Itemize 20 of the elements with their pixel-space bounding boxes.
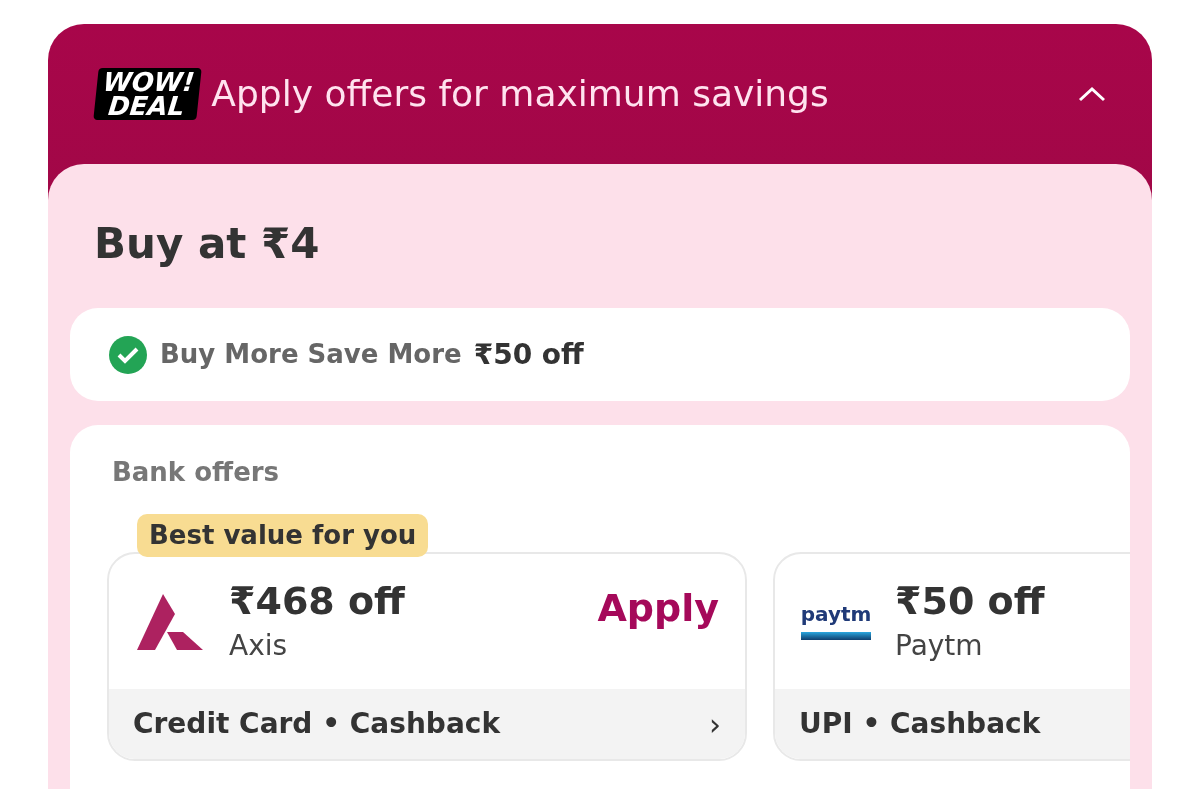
offer-type: UPI • Cashback bbox=[799, 706, 1041, 742]
offer-value: ₹50 off bbox=[473, 336, 584, 373]
header-title: Apply offers for maximum savings bbox=[211, 72, 830, 116]
offer-type: Credit Card • Cashback bbox=[133, 706, 500, 742]
apply-button[interactable]: Apply bbox=[597, 580, 719, 637]
chevron[interactable]: › bbox=[709, 701, 721, 747]
offer-amount: ₹468 off bbox=[229, 577, 406, 625]
bank-name: Axis bbox=[229, 627, 289, 664]
best-value-tag: Best value for you bbox=[137, 514, 429, 557]
offer-label: Buy More Save More bbox=[160, 338, 462, 371]
section-title: Bank offers bbox=[111, 456, 281, 489]
price-heading: Buy at ₹4 bbox=[93, 218, 321, 270]
bank-offer-card[interactable]: paytm ₹50 off Paytm UPI • Cashback bbox=[773, 552, 1130, 761]
paytm-logo: paytm bbox=[800, 603, 872, 640]
offer-amount: ₹50 off bbox=[895, 577, 1046, 625]
bank-offer-card[interactable]: ₹468 off Axis Apply Credit Card • Cashback › bbox=[107, 552, 747, 761]
bank-logo-icon bbox=[137, 593, 203, 650]
chevron-up-icon bbox=[1077, 85, 1107, 103]
bank-name: Paytm bbox=[895, 627, 984, 664]
wow-deal-logo: WOW! DEAL bbox=[93, 68, 203, 120]
